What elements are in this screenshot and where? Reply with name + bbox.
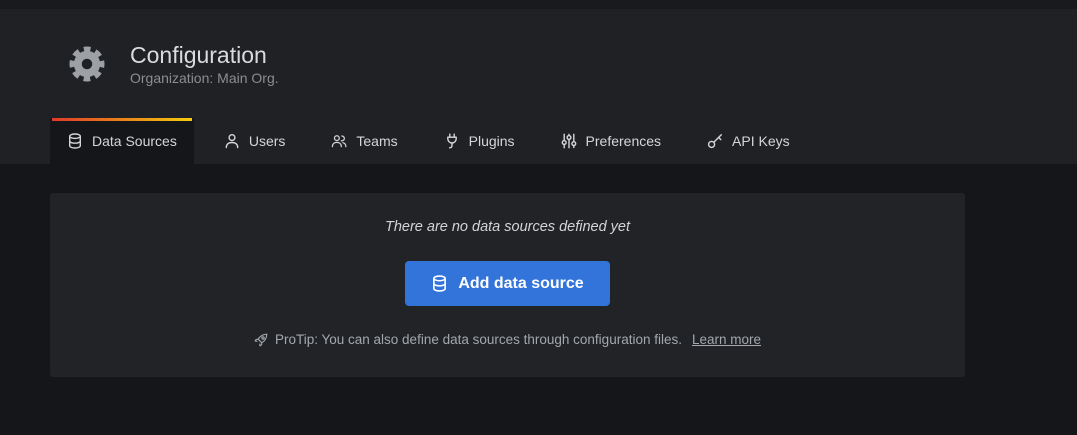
users-icon [331,133,347,149]
content-area: There are no data sources defined yet Ad… [0,193,1077,435]
page-header: Configuration Organization: Main Org. [0,9,1077,118]
rocket-icon [254,333,268,347]
tab-label: Preferences [586,133,661,149]
tab-label: Teams [356,133,397,149]
plug-icon [444,133,460,149]
tab-label: Data Sources [92,133,177,149]
top-strip [0,0,1077,9]
learn-more-link[interactable]: Learn more [692,332,761,347]
key-icon [707,133,723,149]
tab-plugins[interactable]: Plugins [428,118,531,164]
page-subtitle: Organization: Main Org. [130,70,279,86]
tab-preferences[interactable]: Preferences [545,118,677,164]
add-data-source-button[interactable]: Add data source [405,261,609,306]
tab-data-sources[interactable]: Data Sources [50,118,194,164]
sliders-icon [561,133,577,149]
protip-row: ProTip: You can also define data sources… [50,332,965,347]
header-texts: Configuration Organization: Main Org. [130,41,279,87]
tab-api-keys[interactable]: API Keys [691,118,806,164]
tab-label: Users [249,133,286,149]
empty-state-message: There are no data sources defined yet [50,193,965,235]
empty-state-card: There are no data sources defined yet Ad… [50,193,965,377]
database-icon [431,275,448,292]
user-icon [224,133,240,149]
tab-label: API Keys [732,133,790,149]
protip-text: ProTip: You can also define data sources… [275,332,682,347]
tab-users[interactable]: Users [208,118,302,164]
gear-icon [66,43,108,85]
page-title: Configuration [130,41,279,70]
add-button-label: Add data source [458,275,583,293]
database-icon [67,133,83,149]
tabbar: Data Sources Users Teams Plugins [0,118,1077,164]
tab-teams[interactable]: Teams [315,118,413,164]
tab-label: Plugins [469,133,515,149]
